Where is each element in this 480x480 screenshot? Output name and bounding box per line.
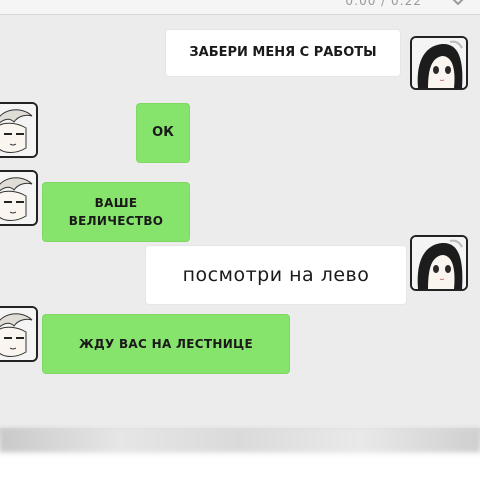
message-bubble-incoming[interactable]: Ок <box>137 104 189 162</box>
message-text: Ваше величество <box>68 196 164 228</box>
message-bubble-incoming[interactable]: Ваше величество <box>43 183 189 241</box>
message-bubble-incoming[interactable]: Жду вас на лестнице <box>43 315 289 373</box>
boy-avatar-icon[interactable] <box>0 102 38 158</box>
top-status-bar: 0:00 / 0:22 <box>0 0 480 15</box>
blurred-input-bar <box>0 428 480 452</box>
boy-avatar-icon[interactable] <box>0 306 38 362</box>
message-text: Забери меня с работы <box>189 45 377 60</box>
message-text: Ок <box>152 125 174 140</box>
message-text: Жду вас на лестнице <box>78 337 253 351</box>
boy-avatar-icon[interactable] <box>0 170 38 226</box>
girl-avatar-icon[interactable] <box>410 235 468 291</box>
message-text: посмотри на лево <box>182 264 370 286</box>
message-bubble-outgoing[interactable]: посмотри на лево <box>146 246 406 304</box>
girl-avatar-icon[interactable] <box>410 36 468 90</box>
playback-time: 0:00 / 0:22 <box>345 0 422 8</box>
chevron-down-icon[interactable] <box>450 0 466 8</box>
chat-screen: 0:00 / 0:22 Забери меня с работы <box>0 0 480 480</box>
message-bubble-outgoing[interactable]: Забери меня с работы <box>166 30 400 76</box>
